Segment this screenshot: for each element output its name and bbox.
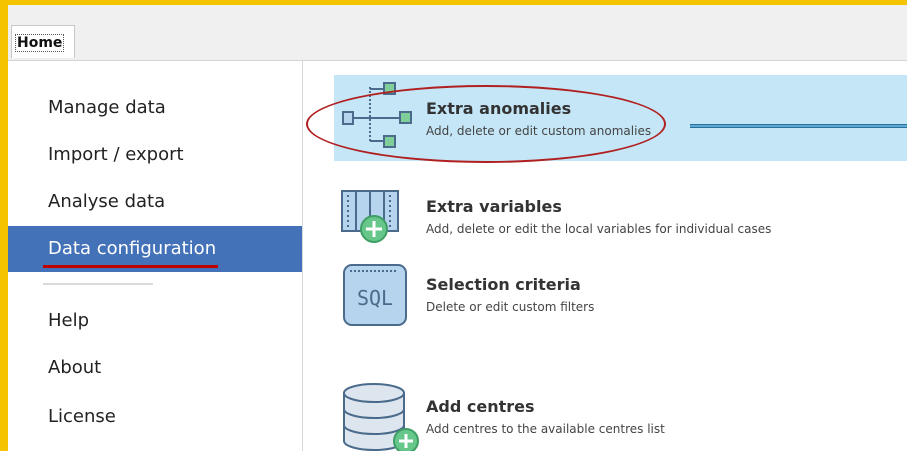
- highlight-border-left: [0, 0, 8, 451]
- action-extra-variables[interactable]: Extra variables Add, delete or edit the …: [334, 173, 907, 259]
- sidebar-item-help[interactable]: Help: [8, 298, 302, 344]
- sidebar-item-import-export[interactable]: Import / export: [8, 132, 302, 178]
- action-title: Selection criteria: [426, 275, 581, 294]
- sidebar-item-label: Data configuration: [48, 238, 217, 259]
- table-columns-add-icon: [341, 190, 399, 243]
- sidebar-divider: [43, 283, 153, 285]
- sidebar-item-label: Import / export: [48, 144, 184, 165]
- sidebar-item-label: Analyse data: [48, 191, 166, 212]
- action-description: Add centres to the available centres lis…: [426, 422, 665, 436]
- sidebar-item-label: License: [48, 406, 116, 427]
- sidebar-item-license[interactable]: License: [8, 394, 302, 440]
- annotation-ellipse: [306, 85, 666, 163]
- sql-icon-text: SQL: [357, 286, 393, 310]
- sidebar-item-label: Help: [48, 310, 90, 331]
- database-add-icon: [343, 383, 419, 451]
- action-description: Delete or edit custom filters: [426, 300, 595, 314]
- tab-bar: Home: [8, 5, 907, 61]
- sidebar-item-data-configuration[interactable]: Data configuration: [8, 226, 302, 272]
- sidebar-item-label: Manage data: [48, 97, 166, 118]
- sidebar-item-label: About: [48, 357, 102, 378]
- annotation-pointer-line: [690, 124, 907, 128]
- action-description: Add, delete or edit the local variables …: [426, 222, 772, 236]
- tab-home-label: Home: [15, 34, 65, 52]
- sidebar: Manage data Import / export Analyse data…: [8, 61, 303, 451]
- action-title: Extra variables: [426, 197, 562, 216]
- tab-home[interactable]: Home: [11, 25, 75, 58]
- action-selection-criteria[interactable]: SQL Selection criteria Delete or edit cu…: [334, 251, 907, 337]
- annotation-underline: [43, 265, 218, 268]
- sidebar-item-manage-data[interactable]: Manage data: [8, 85, 302, 131]
- action-title: Add centres: [426, 397, 535, 416]
- sidebar-item-analyse-data[interactable]: Analyse data: [8, 179, 302, 225]
- action-add-centres[interactable]: Add centres Add centres to the available…: [334, 373, 907, 459]
- sidebar-item-about[interactable]: About: [8, 345, 302, 391]
- sql-document-icon: SQL: [343, 264, 407, 326]
